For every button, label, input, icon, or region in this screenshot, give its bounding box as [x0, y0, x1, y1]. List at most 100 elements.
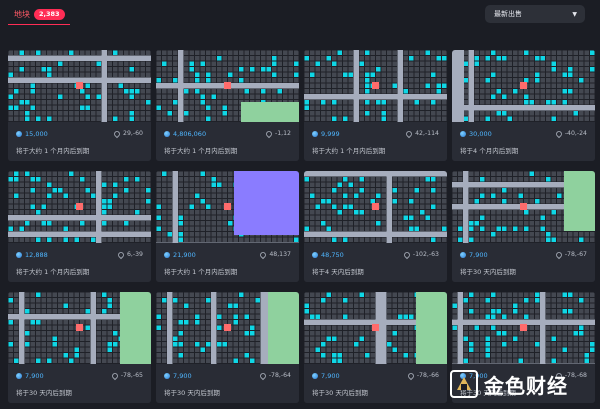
coordinates-value: -1,12 — [274, 130, 291, 137]
pin-icon — [259, 250, 268, 259]
watermark-text: 金色财经 — [484, 373, 568, 398]
sort-dropdown-label: 最新出售 — [494, 10, 522, 18]
coordinates: -78,-65 — [110, 371, 143, 380]
mana-icon — [164, 252, 170, 258]
parcel-card-info: 15,000 29,-60 将于大约 1 个月内后到期 — [8, 122, 151, 161]
parcel-card-info: 7,900 -78,-65 将于30 天内后到期 — [8, 364, 151, 403]
price: 15,000 — [16, 130, 48, 138]
selected-parcel-marker — [520, 82, 527, 89]
selected-parcel-marker — [520, 203, 527, 210]
parcel-card-info: 48,750 -102,-63 将于4 天内后到期 — [304, 243, 447, 282]
parcel-map-thumbnail — [452, 171, 595, 243]
price: 12,888 — [16, 251, 48, 259]
coordinates-value: -40,-24 — [564, 130, 587, 137]
coordinates: -78,-67 — [554, 250, 587, 259]
selected-parcel-marker — [224, 82, 231, 89]
price: 7,900 — [16, 372, 44, 380]
price-value: 30,000 — [469, 130, 492, 138]
parcel-card[interactable]: 15,000 29,-60 将于大约 1 个月内后到期 — [8, 50, 151, 161]
coordinates: -40,-24 — [554, 129, 587, 138]
parcel-map-thumbnail — [8, 292, 151, 364]
pin-icon — [554, 129, 564, 138]
price-value: 48,750 — [321, 251, 344, 259]
coordinates: -102,-63 — [402, 250, 439, 259]
pin-icon — [406, 371, 416, 380]
selected-parcel-marker — [372, 203, 379, 210]
parcel-card[interactable]: 7,900 -78,-66 将于30 天内后到期 — [304, 292, 447, 403]
price-value: 7,900 — [469, 251, 488, 259]
price-value: 21,900 — [173, 251, 196, 259]
coordinates-value: -78,-64 — [268, 372, 291, 379]
parcel-card-info: 9,999 42,-114 将于大约 1 个月内后到期 — [304, 122, 447, 161]
price: 4,806,060 — [164, 130, 206, 138]
mana-icon — [16, 131, 22, 137]
selected-parcel-marker — [76, 324, 83, 331]
price-value: 12,888 — [25, 251, 48, 259]
parcel-map-thumbnail — [304, 292, 447, 364]
parcel-card[interactable]: 7,900 -78,-64 将于30 天内后到期 — [156, 292, 299, 403]
coordinates: -1,12 — [264, 129, 291, 138]
parcel-card[interactable]: 7,900 -78,-67 将于30 天内后到期 — [452, 171, 595, 282]
expiry-text: 将于大约 1 个月内后到期 — [312, 147, 386, 155]
parcel-map-thumbnail — [8, 50, 151, 122]
parcel-card[interactable]: 30,000 -40,-24 将于4 个月内后到期 — [452, 50, 595, 161]
parcel-card[interactable]: 7,900 -78,-65 将于30 天内后到期 — [8, 292, 151, 403]
price-value: 9,999 — [321, 130, 340, 138]
parcel-card[interactable]: 48,750 -102,-63 将于4 天内后到期 — [304, 171, 447, 282]
coordinates: 29,-60 — [112, 129, 143, 138]
coordinates: -78,-66 — [406, 371, 439, 380]
selected-parcel-marker — [76, 82, 83, 89]
coordinates: 6,-39 — [116, 250, 143, 259]
top-bar: 地块 2,383 最新出售 ▼ — [0, 0, 600, 36]
parcel-card-info: 12,888 6,-39 将于大约 1 个月内后到期 — [8, 243, 151, 282]
expiry-text: 将于30 天内后到期 — [16, 389, 72, 397]
parcel-map-thumbnail — [452, 292, 595, 364]
parcel-map-thumbnail — [304, 171, 447, 243]
parcel-map-thumbnail — [452, 50, 595, 122]
active-tab-underline — [8, 24, 70, 25]
mana-icon — [164, 131, 170, 137]
expiry-text: 将于大约 1 个月内后到期 — [164, 147, 238, 155]
mana-icon — [312, 131, 318, 137]
coordinates: 42,-114 — [404, 129, 439, 138]
pin-icon — [404, 129, 414, 138]
coordinates: -78,-64 — [258, 371, 291, 380]
parcel-card-info: 7,900 -78,-64 将于30 天内后到期 — [156, 364, 299, 403]
selected-parcel-marker — [372, 82, 379, 89]
price: 30,000 — [460, 130, 492, 138]
parcel-card[interactable]: 12,888 6,-39 将于大约 1 个月内后到期 — [8, 171, 151, 282]
parcel-card-info: 4,806,060 -1,12 将于大约 1 个月内后到期 — [156, 122, 299, 161]
coordinates-value: 48,137 — [269, 251, 291, 258]
expiry-text: 将于4 天内后到期 — [312, 268, 364, 276]
mana-icon — [312, 373, 318, 379]
parcel-card[interactable]: 21,900 48,137 将于大约 1 个月内后到期 — [156, 171, 299, 282]
chevron-down-icon: ▼ — [572, 10, 577, 18]
price: 48,750 — [312, 251, 344, 259]
price-value: 7,900 — [25, 372, 44, 380]
expiry-text: 将于30 天内后到期 — [460, 268, 516, 276]
coordinates-value: -102,-63 — [412, 251, 439, 258]
expiry-text: 将于大约 1 个月内后到期 — [16, 268, 90, 276]
tab-parcels[interactable]: 地块 2,383 — [8, 5, 65, 23]
parcel-card[interactable]: 4,806,060 -1,12 将于大约 1 个月内后到期 — [156, 50, 299, 161]
expiry-text: 将于30 天内后到期 — [312, 389, 368, 397]
parcel-map-thumbnail — [156, 171, 299, 243]
parcel-card-info: 21,900 48,137 将于大约 1 个月内后到期 — [156, 243, 299, 282]
selected-parcel-marker — [224, 203, 231, 210]
pin-icon — [554, 250, 564, 259]
pin-icon — [402, 250, 412, 259]
pin-icon — [264, 129, 274, 138]
parcel-card-info: 30,000 -40,-24 将于4 个月内后到期 — [452, 122, 595, 161]
parcel-card-info: 7,900 -78,-67 将于30 天内后到期 — [452, 243, 595, 282]
pin-icon — [112, 129, 122, 138]
selected-parcel-marker — [76, 203, 83, 210]
parcel-map-thumbnail — [156, 292, 299, 364]
coordinates: 48,137 — [259, 250, 291, 259]
price-value: 7,900 — [173, 372, 192, 380]
parcel-card[interactable]: 9,999 42,-114 将于大约 1 个月内后到期 — [304, 50, 447, 161]
parcel-map-thumbnail — [156, 50, 299, 122]
selected-parcel-marker — [372, 324, 379, 331]
mana-icon — [460, 131, 466, 137]
sort-dropdown[interactable]: 最新出售 ▼ — [485, 5, 585, 23]
watermark: 金色财经 — [450, 364, 598, 404]
